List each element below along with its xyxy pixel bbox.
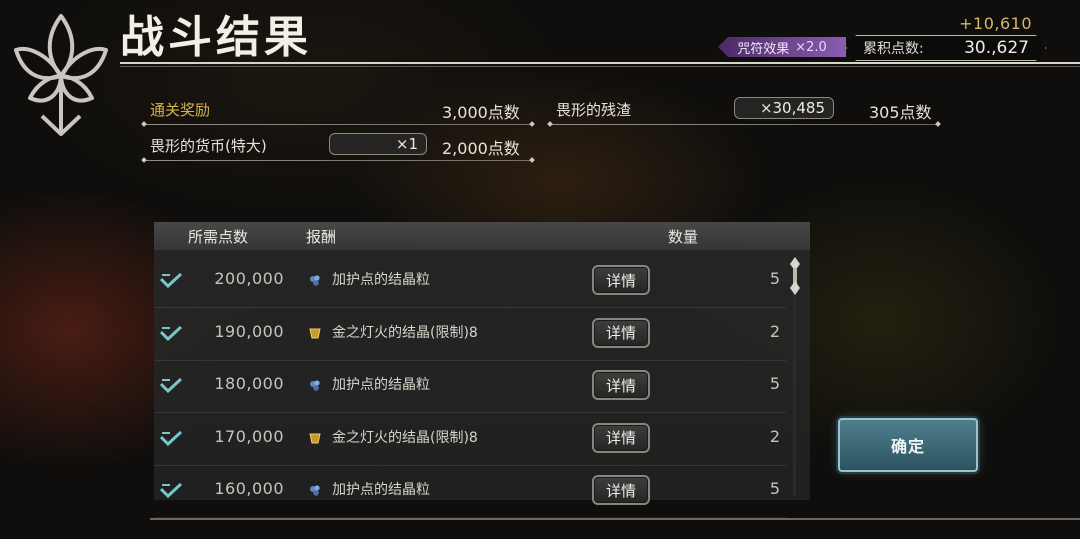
checkmark-icon [160,430,182,446]
detail-button[interactable]: 详情 [592,475,650,505]
header-required-points: 所需点数 [188,228,249,246]
reward-name: 金之灯火的结晶(限制)8 [332,429,478,446]
currency-label: 畏形的货币(特大) [150,137,267,155]
required-points: 200,000 [214,269,284,288]
charm-effect-badge: 咒符效果 ×2.0 [718,37,846,57]
detail-button[interactable]: 详情 [592,317,650,348]
charm-effect-multiplier: ×2.0 [795,39,827,55]
blue-crystal-icon [310,380,320,391]
scrollbar-thumb[interactable] [789,256,801,296]
detail-button[interactable]: 详情 [592,422,650,453]
clear-reward-underline [144,124,532,125]
confirm-button[interactable]: 确定 [838,418,978,472]
required-points: 180,000 [214,374,284,393]
checkmark-icon [160,325,182,341]
bottom-divider [150,518,1080,520]
knot-emblem-icon [14,14,108,136]
blue-crystal-icon [310,485,320,496]
accumulated-points-value: 30.,627 [964,38,1029,58]
detail-button[interactable]: 详情 [592,370,650,400]
reward-quantity: 2 [769,321,780,341]
table-row: 180,000 加护点的结晶粒 详情 5 [154,360,786,413]
required-points: 160,000 [214,479,284,498]
currency-underline [144,160,532,161]
table-row: 200,000 加护点的结晶粒 详情 5 [154,255,786,308]
gold-crystal-icon [309,328,321,338]
scrollbar-track[interactable] [793,262,796,496]
header-reward: 报酬 [306,228,337,246]
detail-button[interactable]: 详情 [592,265,650,295]
reward-quantity: 2 [769,426,780,446]
currency-value: 2,000点数 [442,139,520,158]
blue-crystal-icon [310,275,320,286]
checkmark-icon [160,482,182,498]
gold-crystal-icon [309,433,321,443]
reward-table-header: 所需点数 报酬 数量 [154,222,810,250]
residue-count: ×30,485 [734,97,834,119]
reward-quantity: 5 [769,269,780,288]
clear-reward-value: 3,000点数 [442,103,520,122]
checkmark-icon [160,272,182,288]
required-points: 190,000 [214,321,284,341]
clear-reward-label: 通关奖励 [150,101,211,119]
residue-value: 305点数 [869,103,932,122]
title-divider [120,62,1080,67]
reward-name: 加护点的结晶粒 [332,272,430,288]
residue-label: 畏形的残渣 [556,101,632,119]
reward-name: 金之灯火的结晶(限制)8 [332,324,478,341]
reward-name: 加护点的结晶粒 [332,377,430,393]
accumulated-points-box: 累积点数: 30.,627 [846,35,1046,61]
table-row: 160,000 加护点的结晶粒 详情 5 [154,465,786,518]
required-points: 170,000 [214,426,284,446]
residue-underline [550,124,938,125]
table-row: 190,000 金之灯火的结晶(限制)8 详情 2 [154,308,786,361]
reward-quantity: 5 [769,479,780,498]
page-title: 战斗结果 [120,12,312,63]
charm-effect-label: 咒符效果 [737,41,790,57]
reward-name: 加护点的结晶粒 [332,482,430,498]
bonus-points: +10,610 [959,14,1032,33]
currency-count: ×1 [329,133,427,155]
accumulated-points-label: 累积点数: [863,41,924,57]
header-quantity: 数量 [668,228,699,246]
table-row: 170,000 金之灯火的结晶(限制)8 详情 2 [154,413,786,466]
reward-quantity: 5 [769,374,780,393]
checkmark-icon [160,377,182,393]
